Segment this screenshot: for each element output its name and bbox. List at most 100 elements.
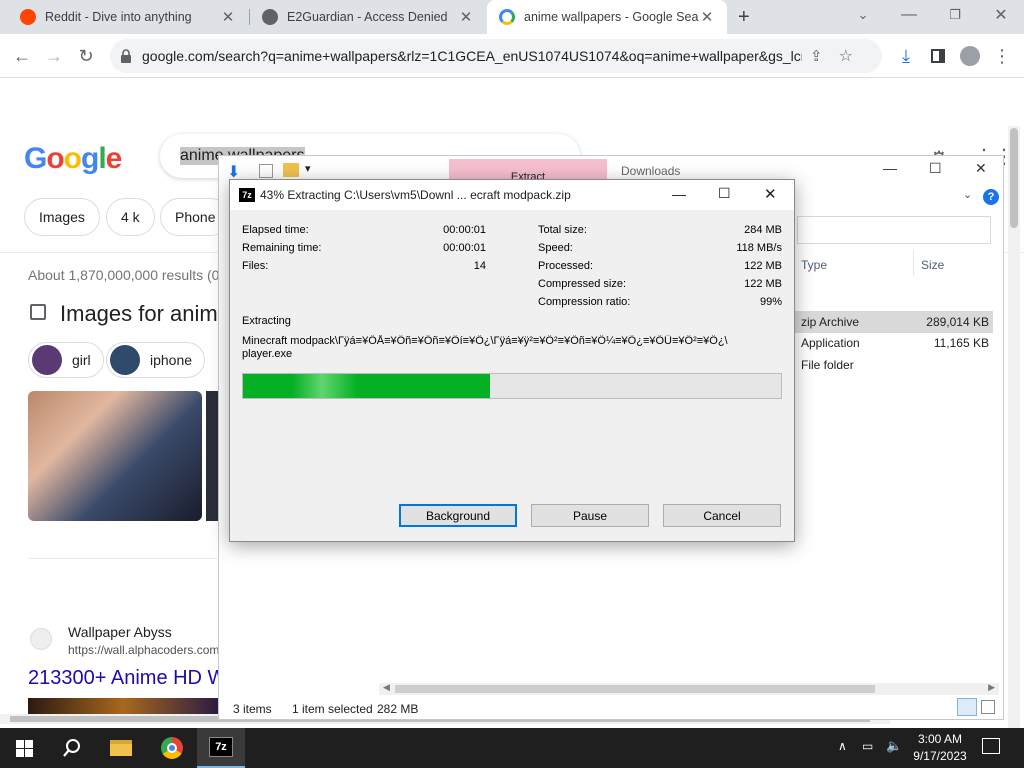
status-selection: 1 item selected: [292, 702, 373, 716]
restore-button[interactable]: ❐: [932, 0, 978, 30]
progress-fill: [243, 374, 491, 398]
share-icon[interactable]: ⇪: [810, 47, 823, 65]
close-tab-icon[interactable]: ✕: [220, 8, 236, 26]
compressed-size-value: 122 MB: [744, 278, 782, 290]
remaining-time-label: Remaining time:: [242, 242, 322, 254]
start-button[interactable]: [0, 728, 48, 768]
site-url[interactable]: https://wall.alphacoders.com: [68, 643, 219, 657]
page-scrollbar[interactable]: [1008, 126, 1020, 728]
maximize-button[interactable]: ☐: [718, 185, 731, 202]
elapsed-time-value: 00:00:01: [443, 224, 486, 236]
compressed-size-label: Compressed size:: [538, 278, 627, 290]
chrome-taskbar-icon[interactable]: [148, 728, 196, 768]
clock-date[interactable]: 9/17/2023: [910, 749, 970, 763]
extraction-progress-bar: [242, 373, 782, 399]
minimize-button[interactable]: —: [883, 160, 897, 176]
image-chip-iphone[interactable]: iphone: [106, 342, 206, 378]
7zip-icon: 7z: [209, 737, 233, 757]
processed-label: Processed:: [538, 260, 594, 272]
forward-button[interactable]: →: [40, 42, 68, 70]
elapsed-time-label: Elapsed time:: [242, 224, 309, 236]
dialog-title: 43% Extracting C:\Users\vm5\Downl ... ec…: [260, 188, 571, 202]
help-icon[interactable]: ?: [983, 189, 999, 205]
download-arrow-icon[interactable]: ⬇: [227, 162, 243, 181]
search-icon[interactable]: [48, 728, 96, 768]
7zip-taskbar-icon[interactable]: 7z: [197, 728, 245, 768]
url-text: google.com/search?q=anime+wallpapers&rlz…: [142, 48, 802, 64]
ribbon-collapse-icon[interactable]: ⌄: [963, 188, 972, 201]
new-tab-button[interactable]: +: [738, 6, 750, 29]
tab-title: Reddit - Dive into anything: [45, 10, 192, 24]
speed-label: Speed:: [538, 242, 573, 254]
section-divider: [28, 558, 218, 559]
7zip-icon: 7z: [239, 188, 255, 202]
tab-search-icon[interactable]: ⌄: [840, 0, 886, 30]
explorer-hscrollbar[interactable]: ◀ ▶: [379, 682, 999, 695]
chip-thumbnail: [32, 345, 62, 375]
chip-images[interactable]: Images: [24, 198, 100, 236]
network-icon[interactable]: ▭: [862, 739, 873, 753]
site-name[interactable]: Wallpaper Abyss: [68, 624, 172, 640]
chrome-menu-icon[interactable]: ⋮: [988, 42, 1016, 70]
pause-button[interactable]: Pause: [531, 504, 649, 527]
status-size: 282 MB: [377, 702, 419, 716]
anime-wallpaper-thumbnail[interactable]: [28, 391, 202, 521]
address-bar[interactable]: google.com/search?q=anime+wallpapers&rlz…: [110, 39, 882, 73]
tab-reddit[interactable]: Reddit - Dive into anything ✕: [8, 0, 248, 34]
column-header-size[interactable]: Size: [921, 258, 944, 272]
background-button[interactable]: Background: [399, 504, 517, 527]
file-row-selected[interactable]: zip Archive 289,014 KB: [795, 311, 993, 333]
chip-4k[interactable]: 4 k: [106, 198, 155, 236]
close-button[interactable]: ✕: [975, 160, 987, 177]
remaining-time-value: 00:00:01: [443, 242, 486, 254]
image-chip-girl[interactable]: girl: [28, 342, 104, 378]
close-tab-icon[interactable]: ✕: [699, 8, 715, 26]
tab-e2guardian[interactable]: E2Guardian - Access Denied ✕: [250, 0, 486, 34]
quick-access-dropdown-icon[interactable]: ▾: [305, 162, 311, 175]
back-button[interactable]: ←: [8, 42, 36, 70]
close-button[interactable]: ✕: [764, 185, 777, 203]
file-row[interactable]: Application 11,165 KB: [795, 333, 993, 355]
explorer-search-box[interactable]: [797, 216, 991, 244]
status-item-count: 3 items: [233, 702, 272, 716]
bookmark-star-icon[interactable]: ☆: [839, 46, 853, 66]
file-size: 11,165 KB: [933, 336, 989, 350]
side-panel-icon[interactable]: [924, 42, 952, 70]
properties-icon[interactable]: [259, 164, 273, 178]
total-size-label: Total size:: [538, 224, 587, 236]
file-explorer-taskbar-icon[interactable]: [97, 728, 145, 768]
cancel-button[interactable]: Cancel: [663, 504, 781, 527]
compression-ratio-label: Compression ratio:: [538, 296, 631, 308]
minimize-button[interactable]: —: [886, 0, 932, 30]
volume-muted-icon[interactable]: 🔈: [886, 738, 902, 754]
close-tab-icon[interactable]: ✕: [458, 8, 474, 26]
minimize-button[interactable]: —: [672, 186, 686, 202]
new-folder-icon[interactable]: [283, 163, 299, 177]
large-icons-view-icon[interactable]: [981, 700, 995, 714]
anime-wallpaper-thumbnail[interactable]: [206, 391, 218, 521]
file-row[interactable]: File folder: [795, 355, 993, 377]
files-label: Files:: [242, 260, 269, 272]
details-view-icon[interactable]: [957, 698, 977, 716]
google-icon: [499, 9, 515, 25]
tab-title: anime wallpapers - Google Search: [524, 10, 699, 24]
column-divider: [913, 250, 914, 276]
result-title-link[interactable]: 213300+ Anime HD W: [28, 667, 226, 690]
close-window-button[interactable]: ✕: [978, 0, 1024, 30]
globe-icon: [262, 9, 278, 25]
clock-time[interactable]: 3:00 AM: [910, 732, 970, 746]
column-header-type[interactable]: Type: [801, 258, 827, 272]
google-logo[interactable]: Google: [24, 142, 122, 176]
show-hidden-icons-icon[interactable]: ∧: [838, 739, 847, 753]
tab-google-search[interactable]: anime wallpapers - Google Search ✕: [487, 0, 727, 34]
maximize-button[interactable]: ☐: [929, 160, 942, 177]
profile-avatar[interactable]: [956, 42, 984, 70]
download-icon[interactable]: ⤓: [892, 42, 920, 70]
images-heading[interactable]: Images for anim: [60, 301, 218, 327]
7zip-extract-dialog: 7z 43% Extracting C:\Users\vm5\Downl ...…: [229, 179, 795, 542]
notifications-icon[interactable]: [982, 738, 1000, 754]
browser-tab-strip: Reddit - Dive into anything ✕ E2Guardian…: [0, 0, 1024, 34]
chip-label: iphone: [150, 352, 193, 368]
reload-button[interactable]: ↻: [72, 42, 100, 70]
browser-toolbar: ← → ↻ google.com/search?q=anime+wallpape…: [0, 34, 1024, 78]
